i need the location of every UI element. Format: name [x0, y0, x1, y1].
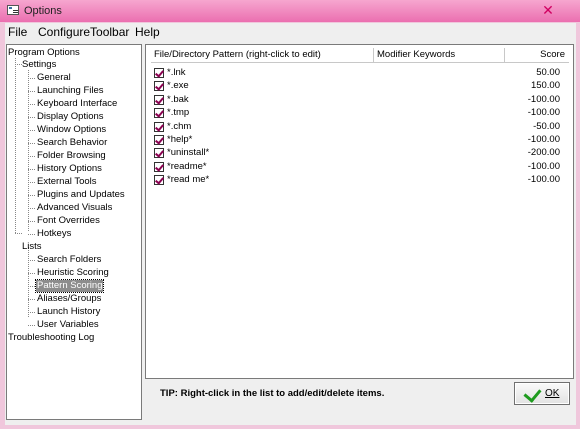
- tree-item-search-behavior[interactable]: Search Behavior: [37, 137, 107, 149]
- ok-label: OK: [545, 388, 560, 399]
- row-checkbox[interactable]: [154, 161, 164, 172]
- row-checkbox[interactable]: [154, 81, 164, 92]
- list-header: File/Directory Pattern (right-click to e…: [151, 48, 569, 63]
- pattern-list[interactable]: File/Directory Pattern (right-click to e…: [145, 44, 574, 379]
- row-checkbox[interactable]: [154, 121, 164, 132]
- table-row[interactable]: *.lnk 50.00: [154, 67, 564, 80]
- row-pattern: *.chm: [167, 120, 192, 132]
- row-score: -200.00: [527, 147, 560, 159]
- tree-item-general[interactable]: General: [37, 72, 71, 84]
- table-row[interactable]: *help* -100.00: [154, 134, 564, 147]
- row-pattern: *help*: [167, 134, 193, 145]
- row-score: -100.00: [527, 93, 560, 105]
- tree-item-history-options[interactable]: History Options: [37, 163, 102, 175]
- table-row[interactable]: *.tmp -100.00: [154, 107, 564, 120]
- tree-item-external-tools[interactable]: External Tools: [37, 176, 97, 188]
- title-bar[interactable]: Options ✕: [0, 0, 580, 22]
- window-icon: [7, 5, 19, 15]
- column-score[interactable]: Score: [540, 49, 565, 60]
- menu-help[interactable]: Help: [135, 25, 160, 39]
- tree-item-font-overrides[interactable]: Font Overrides: [37, 215, 100, 227]
- menu-file[interactable]: File: [8, 25, 27, 39]
- options-window: Options ✕ File ConfigureToolbar Help Pro…: [0, 0, 580, 429]
- row-score: 50.00: [536, 67, 560, 78]
- column-modifier-keywords[interactable]: Modifier Keywords: [377, 49, 455, 60]
- tree-item-heuristic-scoring[interactable]: Heuristic Scoring: [37, 267, 109, 279]
- table-row[interactable]: *.chm -50.00: [154, 121, 564, 134]
- row-pattern: *.exe: [167, 80, 189, 92]
- row-checkbox[interactable]: [154, 175, 164, 186]
- row-score: -50.00: [533, 120, 560, 132]
- column-pattern[interactable]: File/Directory Pattern (right-click to e…: [154, 49, 321, 60]
- tree-item-window-options[interactable]: Window Options: [37, 124, 106, 136]
- row-checkbox[interactable]: [154, 108, 164, 119]
- row-pattern: *.lnk: [167, 67, 186, 78]
- tree-item-plugins-updates[interactable]: Plugins and Updates: [37, 189, 125, 201]
- tip-text: TIP: Right-click in the list to add/edit…: [160, 388, 385, 399]
- tree-item-troubleshooting-log[interactable]: Troubleshooting Log: [8, 332, 94, 344]
- tree-item-aliases-groups[interactable]: Aliases/Groups: [37, 293, 101, 305]
- row-pattern: *read me*: [167, 174, 210, 186]
- menu-configure-toolbar[interactable]: ConfigureToolbar: [38, 25, 129, 39]
- row-score: -100.00: [527, 160, 560, 172]
- tree-item-program-options[interactable]: Program Options: [8, 47, 80, 59]
- tree-item-keyboard-interface[interactable]: Keyboard Interface: [37, 98, 117, 110]
- tree-item-display-options[interactable]: Display Options: [37, 111, 104, 123]
- row-pattern: *readme*: [167, 160, 207, 172]
- tree-item-advanced-visuals[interactable]: Advanced Visuals: [37, 202, 112, 214]
- tree-item-search-folders[interactable]: Search Folders: [37, 254, 101, 266]
- tree-item-launch-history[interactable]: Launch History: [37, 306, 100, 318]
- tree-item-user-variables[interactable]: User Variables: [37, 319, 99, 331]
- row-score: 150.00: [530, 80, 560, 92]
- row-checkbox[interactable]: [154, 94, 164, 105]
- row-checkbox[interactable]: [154, 135, 164, 145]
- client-area: File ConfigureToolbar Help Program Optio…: [5, 23, 576, 425]
- ok-button[interactable]: OK: [514, 382, 570, 405]
- options-tree[interactable]: Program Options Settings General Launchi…: [6, 44, 142, 420]
- checkmark-icon: [523, 384, 542, 403]
- row-checkbox[interactable]: [154, 148, 164, 159]
- tree-item-folder-browsing[interactable]: Folder Browsing: [37, 150, 106, 162]
- table-row[interactable]: *.bak -100.00: [154, 94, 564, 107]
- table-row[interactable]: *read me* -100.00: [154, 174, 564, 187]
- tree-item-hotkeys[interactable]: Hotkeys: [37, 228, 71, 240]
- row-score: -100.00: [527, 107, 560, 119]
- row-pattern: *.tmp: [167, 107, 190, 119]
- menu-bar: File ConfigureToolbar Help: [5, 23, 576, 41]
- close-icon: ✕: [542, 2, 554, 18]
- tree-item-pattern-scoring[interactable]: Pattern Scoring: [34, 279, 105, 293]
- tree-item-launching-files[interactable]: Launching Files: [37, 85, 104, 97]
- row-pattern: *.bak: [167, 93, 189, 105]
- row-pattern: *uninstall*: [167, 147, 210, 159]
- tree-item-lists[interactable]: Lists: [22, 241, 42, 253]
- table-row[interactable]: *.exe 150.00: [154, 80, 564, 93]
- row-checkbox[interactable]: [154, 68, 164, 78]
- close-button[interactable]: ✕: [538, 2, 558, 18]
- row-score: -100.00: [527, 134, 560, 145]
- tree-item-settings[interactable]: Settings: [22, 59, 56, 71]
- row-score: -100.00: [527, 174, 560, 186]
- window-title: Options: [24, 5, 62, 17]
- table-row[interactable]: *readme* -100.00: [154, 161, 564, 174]
- table-row[interactable]: *uninstall* -200.00: [154, 147, 564, 160]
